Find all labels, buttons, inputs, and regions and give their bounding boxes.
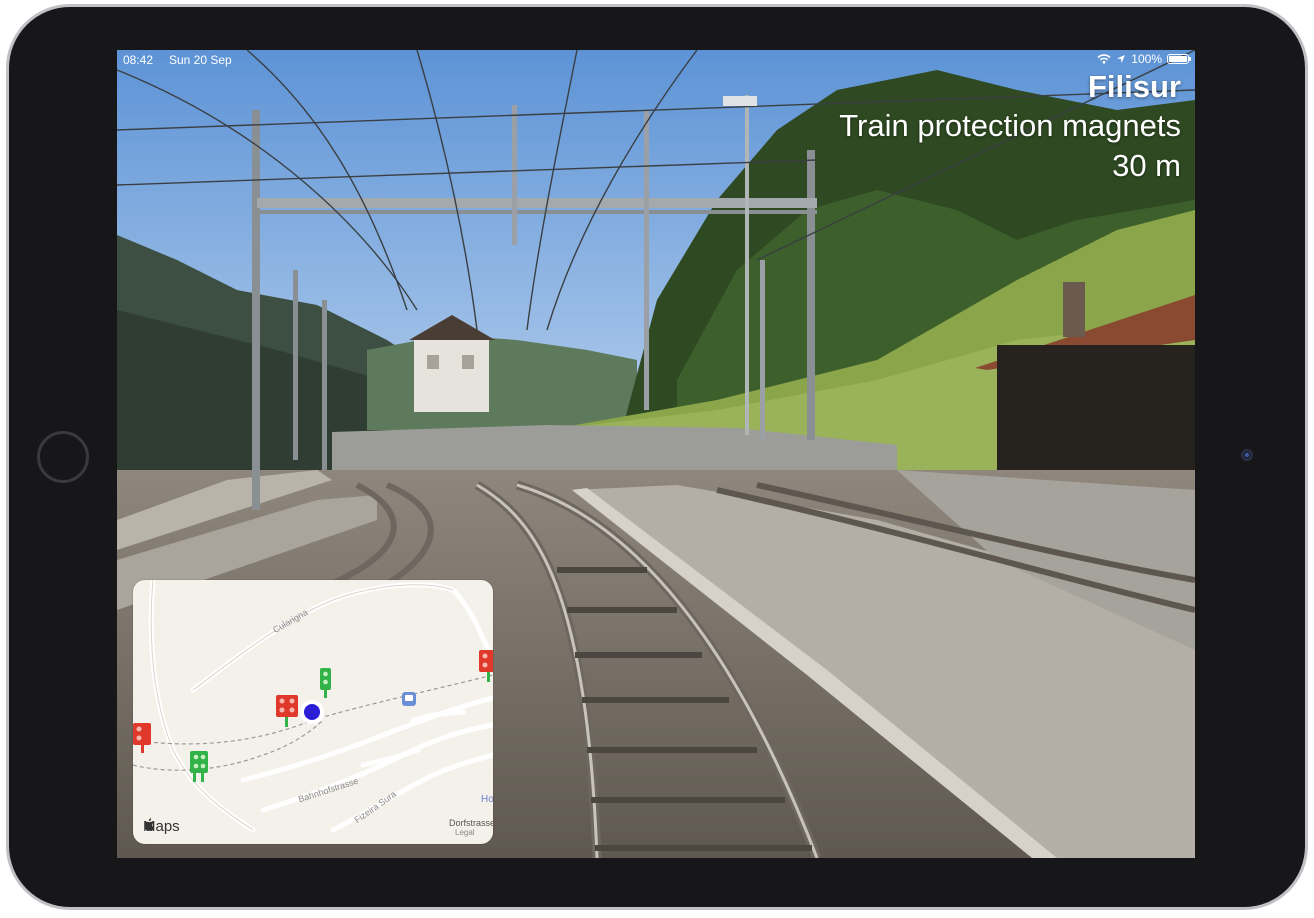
- app-screen: 08:42 Sun 20 Sep 100% Filisur Train prot…: [117, 50, 1195, 858]
- street-label-dorfstrasse: Dorfstrasse: [449, 818, 493, 828]
- station-name: Filisur: [1087, 69, 1181, 104]
- signal-red-icon[interactable]: [133, 723, 151, 753]
- battery-percentage: 100%: [1131, 52, 1162, 66]
- train-station-icon[interactable]: [402, 692, 416, 706]
- status-indicators: 100%: [1097, 52, 1191, 66]
- signal-red-icon[interactable]: [276, 695, 298, 727]
- signal-green-icon[interactable]: [320, 668, 331, 698]
- maps-attribution: Maps: [143, 818, 180, 835]
- apple-logo-icon: [144, 818, 154, 831]
- object-distance: 30 m: [1112, 148, 1181, 183]
- wifi-icon: [1097, 54, 1111, 64]
- current-location-icon: [300, 700, 324, 724]
- battery-icon: [1167, 54, 1191, 64]
- legal-link[interactable]: Legal: [455, 828, 475, 837]
- mini-map[interactable]: Cularigna Bahnhofstrasse Fizeira Sura Do…: [133, 580, 493, 844]
- poi-label: Ho: [481, 794, 493, 805]
- map-canvas[interactable]: [133, 580, 493, 844]
- status-date: Sun 20 Sep: [169, 53, 232, 67]
- status-time: 08:42: [123, 53, 154, 67]
- detected-object-label: Train protection magnets: [839, 108, 1181, 143]
- location-arrow-icon: [1117, 55, 1126, 63]
- signal-red-icon[interactable]: [479, 650, 493, 682]
- status-bar: 08:42 Sun 20 Sep 100%: [117, 50, 1195, 70]
- front-camera-icon: [1241, 449, 1253, 461]
- home-button[interactable]: [37, 431, 89, 483]
- detection-overlay: Filisur Train protection magnets 30 m: [839, 68, 1181, 186]
